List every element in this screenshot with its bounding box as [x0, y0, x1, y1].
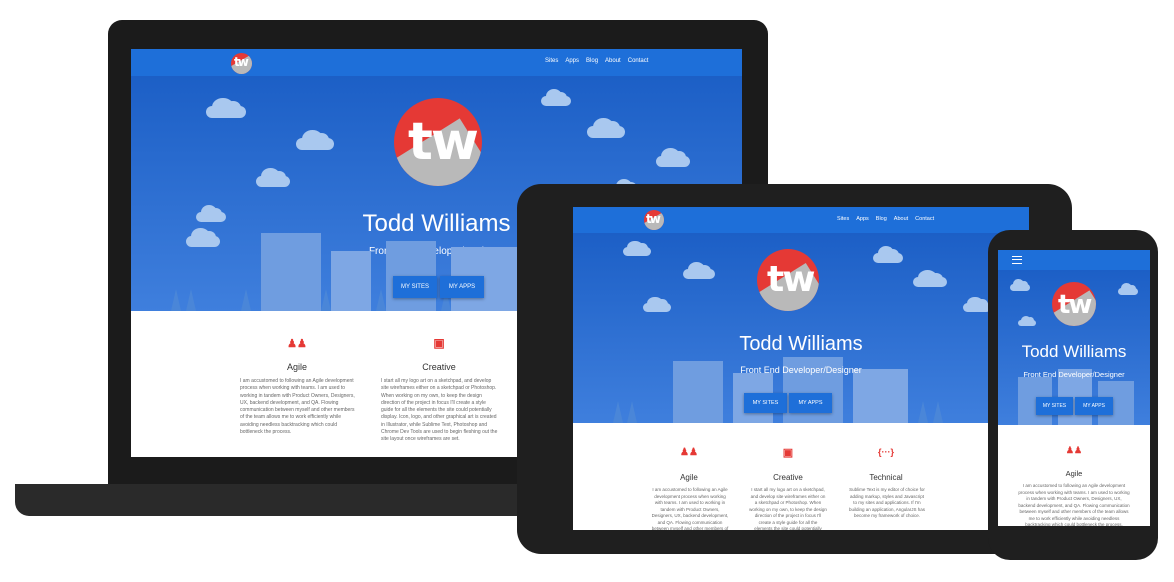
nav-link-contact[interactable]: Contact	[915, 216, 934, 222]
cloud	[656, 148, 690, 167]
features-section: ♟♟ Agile I am accustomed to following an…	[998, 425, 1150, 526]
feature-title-agile: Agile	[680, 473, 698, 482]
nav-link-contact[interactable]: Contact	[628, 58, 649, 64]
feature-text-creative: I start all my logo art on a sketchpad, …	[381, 378, 498, 442]
tablet-screen: tw Sites Apps Blog About Contact tw Todd	[573, 207, 1029, 530]
my-sites-button[interactable]: MY SITES	[393, 276, 437, 298]
features-section: ♟♟ Agile I am accustomed to following an…	[573, 423, 1029, 530]
people-icon: ♟♟	[287, 338, 307, 350]
my-apps-button[interactable]: MY APPS	[1075, 397, 1113, 415]
cloud	[256, 168, 290, 187]
code-icon: {···}	[878, 447, 894, 457]
people-icon: ♟♟	[680, 447, 698, 458]
hero-logo: tw	[1052, 282, 1096, 326]
nav-links: Sites Apps Blog About Contact	[837, 216, 934, 222]
my-sites-button[interactable]: MY SITES	[1036, 397, 1073, 415]
logo-text: tw	[234, 55, 249, 69]
cloud	[206, 97, 246, 118]
nav-link-blog[interactable]: Blog	[586, 58, 598, 64]
hero-name: Todd Williams	[739, 333, 863, 355]
hero-name: Todd Williams	[1021, 342, 1127, 361]
nav-link-about[interactable]: About	[605, 58, 621, 64]
hero-subtitle: Front End Developer/Designer	[740, 365, 862, 375]
hamburger-menu-icon[interactable]	[1012, 256, 1022, 264]
feature-title-agile: Agile	[1065, 469, 1083, 478]
feature-title-agile: Agile	[286, 362, 307, 372]
hero-subtitle: Front End Developer/Designer	[1023, 370, 1125, 379]
navbar: tw Sites Apps Blog About Contact	[573, 207, 1029, 233]
nav-link-apps[interactable]: Apps	[856, 216, 869, 222]
nav-link-about[interactable]: About	[894, 216, 908, 222]
feature-text-technical: Sublime Text is my editor of choice for …	[848, 487, 926, 519]
phone-screen: tw Todd Williams Front End Developer/Des…	[998, 250, 1150, 526]
nav-link-blog[interactable]: Blog	[876, 216, 887, 222]
nav-link-apps[interactable]: Apps	[565, 58, 579, 64]
laptop-base	[15, 484, 575, 516]
my-sites-button[interactable]: MY SITES	[744, 393, 787, 413]
hero-logo: tw	[394, 98, 482, 186]
nav-logo[interactable]: tw	[231, 53, 252, 74]
hero: tw Todd Williams Front End Developer/Des…	[573, 233, 1029, 423]
my-apps-button[interactable]: MY APPS	[440, 276, 484, 298]
feature-text-creative: I start all my logo art on a sketchpad, …	[749, 487, 827, 530]
navbar	[998, 250, 1150, 270]
feature-text-agile: I am accustomed to following an Agile de…	[651, 487, 729, 530]
feature-text-agile: I am accustomed to following an Agile de…	[1018, 483, 1130, 526]
cloud	[541, 89, 571, 106]
my-apps-button[interactable]: MY APPS	[789, 393, 832, 413]
layout-icon: ▣	[782, 447, 794, 459]
nav-links: Sites Apps Blog About Contact	[545, 58, 648, 64]
nav-link-sites[interactable]: Sites	[545, 58, 558, 64]
cloud	[296, 129, 334, 150]
layout-icon: ▣	[433, 336, 445, 350]
feature-text-agile: I am accustomed to following an Agile de…	[240, 378, 355, 435]
feature-title-creative: Creative	[422, 362, 456, 372]
hero: tw Todd Williams Front End Developer/Des…	[998, 270, 1150, 425]
nav-link-sites[interactable]: Sites	[837, 216, 849, 222]
people-icon: ♟♟	[1065, 445, 1083, 455]
feature-title-creative: Creative	[773, 473, 803, 482]
navbar: tw Sites Apps Blog About Contact	[131, 49, 742, 76]
hero-logo: tw	[757, 249, 819, 311]
feature-title-technical: Technical	[869, 473, 903, 482]
cloud	[587, 117, 625, 138]
nav-logo[interactable]: tw	[644, 210, 664, 230]
